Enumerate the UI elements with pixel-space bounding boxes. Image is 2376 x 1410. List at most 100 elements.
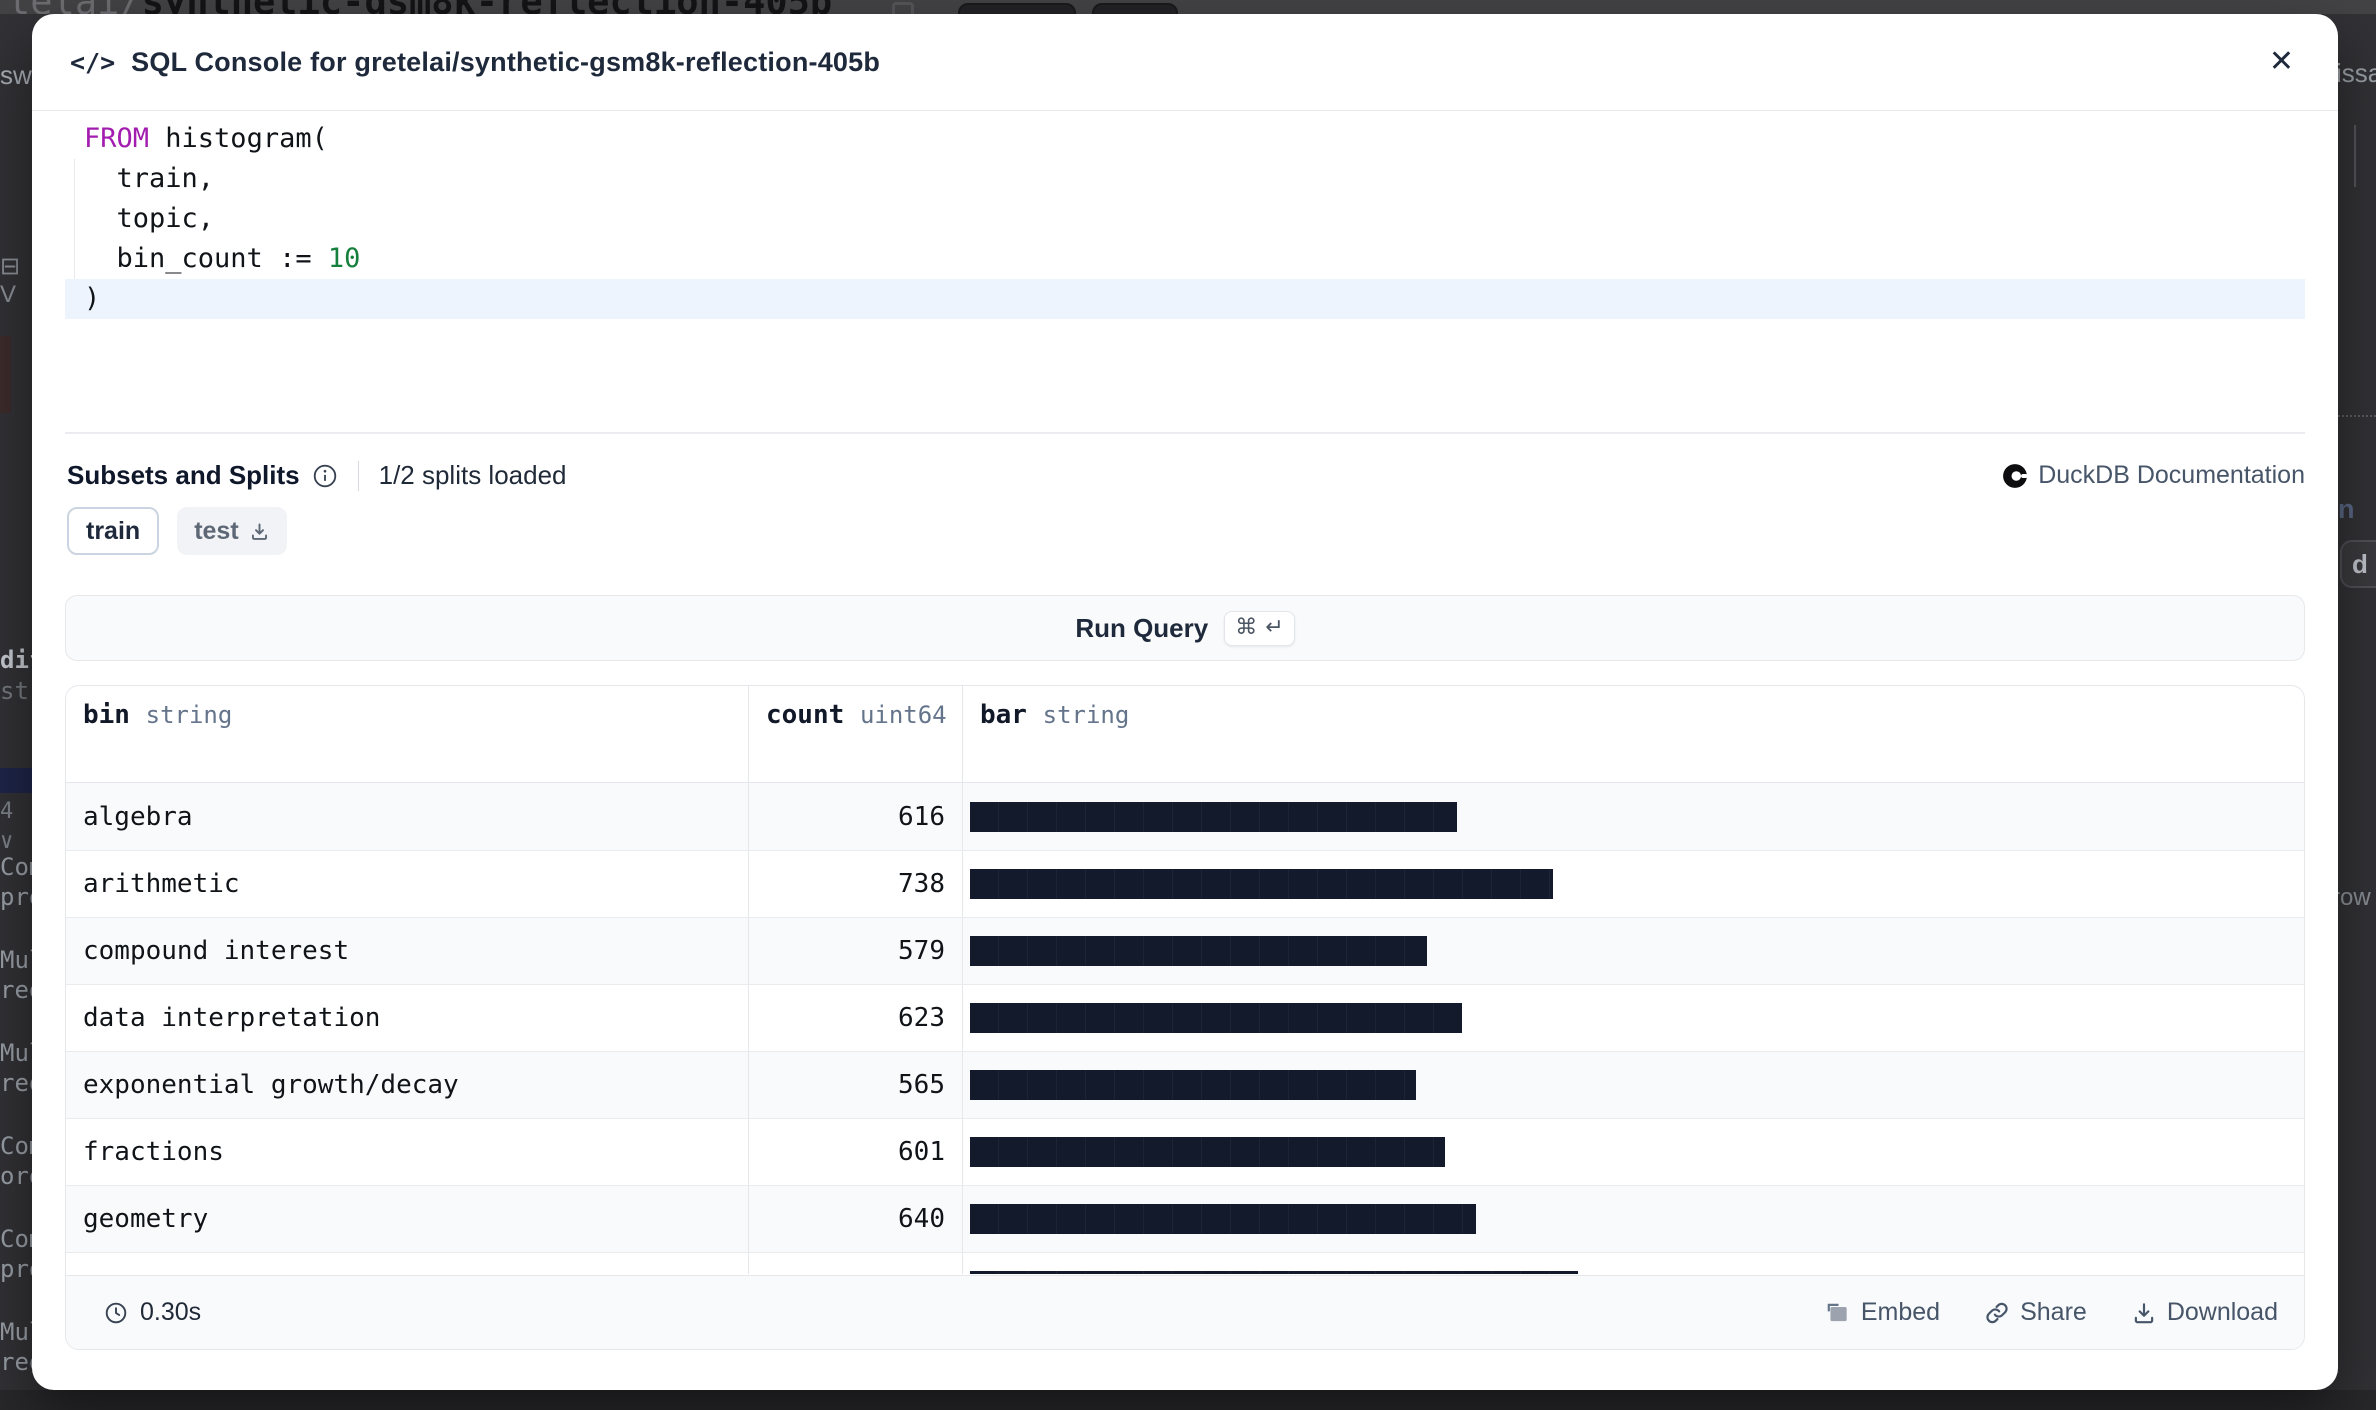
duckdb-logo-icon (2002, 463, 2028, 489)
table-row[interactable]: compound interest579 (66, 917, 2304, 984)
backdrop-dataset-name: synthetic-gsm8k-reflection-405b (142, 0, 833, 14)
table-row[interactable]: fractions601 (66, 1118, 2304, 1185)
share-button[interactable]: Share (1984, 1298, 2087, 1327)
backdrop-left-viewer-label: ⊟ V (0, 252, 32, 309)
histogram-bar (970, 1003, 1462, 1033)
count-cell: 601 (748, 1119, 962, 1185)
backdrop-left-row-fragment: Compro (0, 852, 32, 912)
bin-cell: fractions (66, 1119, 748, 1185)
table-row[interactable]: geometry640 (66, 1185, 2304, 1252)
elapsed-value: 0.30s (140, 1298, 201, 1327)
backdrop-left-column-type: str (0, 676, 32, 706)
histogram-bar (970, 936, 1427, 966)
sql-editor[interactable]: FROM histogram( train, topic, bin_count … (32, 111, 2338, 319)
keyboard-shortcut-badge: ⌘ ↵ (1224, 611, 1294, 646)
code-line[interactable]: bin_count := 10 (65, 239, 2305, 279)
clock-icon (104, 1301, 128, 1325)
table-row[interactable]: algebra616 (66, 783, 2304, 850)
backdrop-like-button (958, 3, 1076, 14)
code-token-pl: bin_count := (84, 243, 328, 274)
bin-cell: geometry (66, 1186, 748, 1252)
run-query-label: Run Query (1075, 613, 1208, 644)
count-cell: 623 (748, 985, 962, 1051)
code-token-pl: train, (84, 163, 214, 194)
table-header-row: bin string count uint64 bar string (66, 686, 2304, 783)
bar-cell (962, 1052, 2304, 1118)
close-icon[interactable]: ✕ (2269, 47, 2294, 77)
splits-loaded-status: 1/2 splits loaded (379, 460, 567, 491)
copy-icon (892, 2, 914, 14)
table-row[interactable]: exponential growth/decay565 (66, 1051, 2304, 1118)
backdrop-left-selected-band (0, 768, 32, 793)
duckdb-docs-label: DuckDB Documentation (2038, 461, 2305, 490)
download-icon (2131, 1300, 2157, 1326)
code-line[interactable]: ) (65, 279, 2305, 319)
code-token-pl: topic, (84, 203, 214, 234)
backdrop-left-row-fragment: Mulreq (0, 945, 32, 1005)
bin-cell: compound interest (66, 918, 748, 984)
backdrop-right-pill-button: d (2340, 540, 2376, 588)
code-token-pl: histogram( (149, 123, 328, 154)
backdrop-right-divider (2354, 125, 2356, 187)
backdrop-right-letter: n (2338, 494, 2368, 525)
table-row[interactable]: data interpretation623 (66, 984, 2304, 1051)
backdrop-top-bar: telai/synthetic-gsm8k-reflection-405b (0, 0, 2376, 14)
histogram-bar (970, 1204, 1476, 1234)
count-cell (748, 1253, 962, 1274)
table-footer: 0.30s Embed Share (66, 1275, 2304, 1349)
section-divider (65, 432, 2305, 434)
duckdb-docs-link[interactable]: DuckDB Documentation (2002, 461, 2305, 490)
bar-cell (962, 918, 2304, 984)
bar-cell (962, 985, 2304, 1051)
bin-cell (66, 1253, 748, 1274)
footer-actions: Embed Share Download (1825, 1298, 2278, 1327)
cmd-key-icon: ⌘ (1235, 615, 1257, 640)
column-header-bar[interactable]: bar string (962, 686, 2304, 782)
backdrop-left-block (0, 336, 11, 413)
bin-cell: algebra (66, 783, 748, 850)
count-cell: 640 (748, 1186, 962, 1252)
code-line[interactable]: train, (65, 159, 2305, 199)
bar-cell (962, 1253, 2304, 1274)
backdrop-left-row-fragment: Comoro (0, 1131, 32, 1191)
column-header-count[interactable]: count uint64 (748, 686, 962, 782)
backdrop-right-name-tail: issa (2336, 58, 2376, 89)
backdrop-left-column-header: dif (0, 645, 32, 675)
table-body: algebra616arithmetic738compound interest… (66, 783, 2304, 1274)
histogram-bar (970, 1137, 1445, 1167)
table-row[interactable]: arithmetic738 (66, 850, 2304, 917)
backdrop-left-word: sw (0, 60, 32, 91)
column-header-bin[interactable]: bin string (66, 686, 748, 782)
results-table: bin string count uint64 bar string algeb… (65, 685, 2305, 1350)
split-button-train[interactable]: train (67, 507, 159, 555)
embed-button[interactable]: Embed (1825, 1298, 1940, 1327)
count-cell: 616 (748, 783, 962, 850)
download-button[interactable]: Download (2131, 1298, 2278, 1327)
bar-cell (962, 1119, 2304, 1185)
count-cell: 738 (748, 851, 962, 917)
vertical-divider (358, 461, 359, 491)
code-token-num: 10 (328, 243, 361, 274)
backdrop-left-row-fragment: Mulreq (0, 1317, 32, 1377)
backdrop-left-dropdown: 4 ∨ (0, 797, 32, 857)
share-label: Share (2020, 1298, 2087, 1327)
info-icon[interactable] (312, 463, 338, 489)
code-line[interactable]: FROM histogram( (65, 119, 2305, 159)
histogram-bar (970, 869, 1553, 899)
backdrop-left-row-fragment: Compro (0, 1224, 32, 1284)
backdrop-right-dotted-line (2338, 415, 2376, 417)
table-row-partial[interactable] (66, 1252, 2304, 1274)
run-query-button[interactable]: Run Query ⌘ ↵ (65, 595, 2305, 661)
enter-key-icon: ↵ (1265, 615, 1283, 640)
download-label: Download (2167, 1298, 2278, 1327)
query-elapsed-time: 0.30s (104, 1298, 201, 1327)
backdrop-dataset-path-prefix: telai/ (8, 0, 142, 14)
dialog-title: SQL Console for gretelai/synthetic-gsm8k… (131, 47, 880, 78)
bin-cell: data interpretation (66, 985, 748, 1051)
code-line[interactable]: topic, (65, 199, 2305, 239)
bar-cell (962, 783, 2304, 850)
backdrop-action-button (1092, 3, 1178, 14)
split-button-test[interactable]: test (177, 507, 286, 555)
splits-row: train test (67, 507, 2305, 555)
bar-cell (962, 1186, 2304, 1252)
